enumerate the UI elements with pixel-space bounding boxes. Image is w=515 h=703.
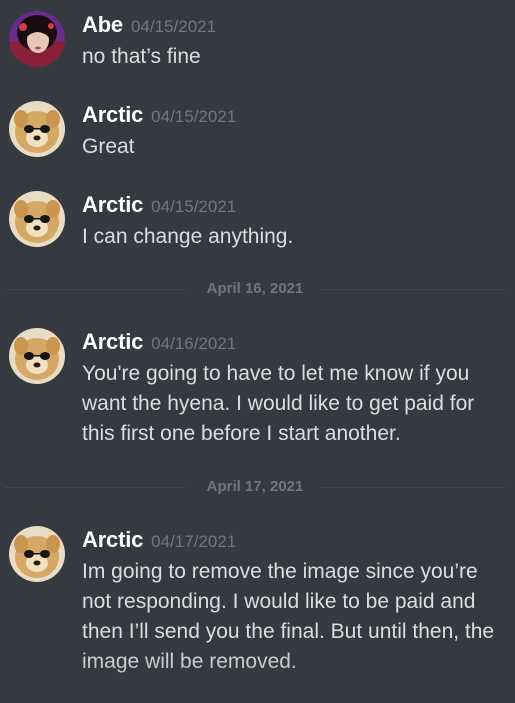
date-divider: April 16, 2021 (5, 279, 505, 299)
dog-avatar-icon (9, 328, 65, 384)
message-timestamp: 04/15/2021 (151, 107, 237, 126)
dog-avatar-icon (9, 191, 65, 247)
message-text: no that’s fine (82, 45, 201, 68)
date-divider: April 17, 2021 (5, 477, 505, 497)
author-name[interactable]: Arctic (82, 329, 143, 354)
author-name[interactable]: Abe (82, 12, 123, 37)
message-text: You're going to have to let me know if y… (82, 362, 475, 445)
dog-avatar-icon (9, 101, 65, 157)
avatar[interactable] (9, 191, 65, 247)
avatar[interactable] (9, 11, 65, 67)
dog-avatar-icon (9, 526, 65, 582)
message-timestamp: 04/15/2021 (130, 17, 217, 36)
avatar[interactable] (9, 526, 65, 582)
abe-avatar-icon (9, 11, 65, 67)
avatar[interactable] (9, 328, 65, 384)
message-text: Im going to remove the image since you’r… (82, 560, 495, 673)
date-divider-label: April 16, 2021 (206, 280, 304, 297)
message-timestamp: 04/15/2021 (151, 197, 237, 216)
author-name[interactable]: Arctic (82, 527, 143, 552)
message-text: Great (82, 135, 135, 158)
message-timestamp: 04/16/2021 (151, 334, 237, 353)
date-divider-label: April 17, 2021 (206, 478, 304, 495)
chat-message-list: Abe 04/15/2021 no that’s fine Arctic 04/15… (0, 0, 515, 703)
message-timestamp: 04/17/2021 (151, 532, 237, 551)
author-name[interactable]: Arctic (82, 192, 143, 217)
avatar[interactable] (9, 101, 65, 157)
author-name[interactable]: Arctic (82, 102, 143, 127)
message-text: I can change anything. (82, 225, 294, 248)
